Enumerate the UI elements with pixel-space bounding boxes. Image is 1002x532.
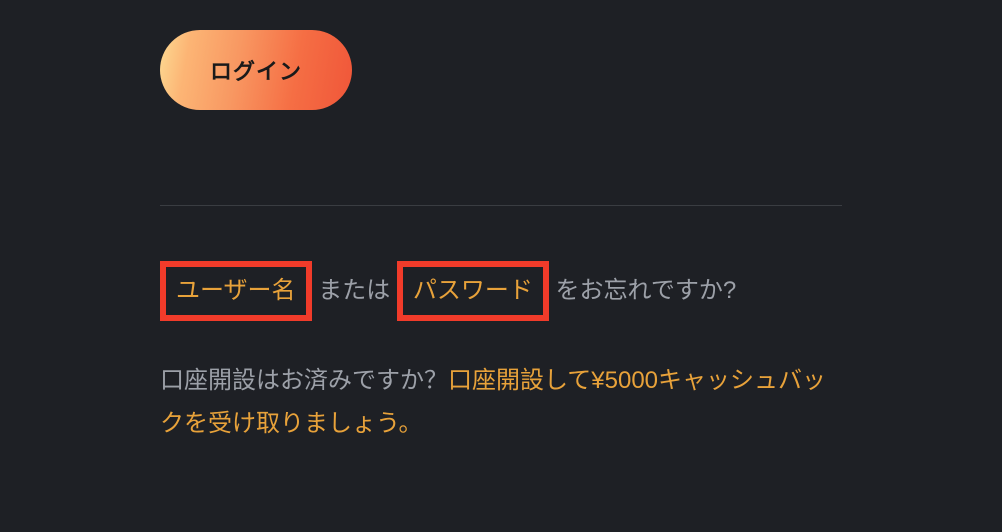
signup-prompt-prefix: 口座開設はお済みですか？ bbox=[160, 367, 448, 394]
forgot-credentials-line: ユーザー名 または パスワード をお忘れですか? bbox=[160, 261, 842, 321]
username-highlight-box: ユーザー名 bbox=[160, 261, 312, 321]
login-button[interactable]: ログイン bbox=[160, 30, 352, 110]
forgot-username-link[interactable]: ユーザー名 bbox=[176, 279, 296, 303]
forgot-separator: または bbox=[312, 277, 397, 304]
forgot-password-link[interactable]: パスワード bbox=[413, 279, 533, 303]
login-panel: ログイン ユーザー名 または パスワード をお忘れですか? 口座開設はお済みです… bbox=[0, 0, 1002, 485]
signup-prompt-line: 口座開設はお済みですか？口座開設して¥5000キャッシュバックを受け取りましょう… bbox=[160, 359, 842, 445]
divider bbox=[160, 205, 842, 206]
password-highlight-box: パスワード bbox=[397, 261, 549, 321]
forgot-tail: をお忘れですか? bbox=[549, 277, 736, 304]
